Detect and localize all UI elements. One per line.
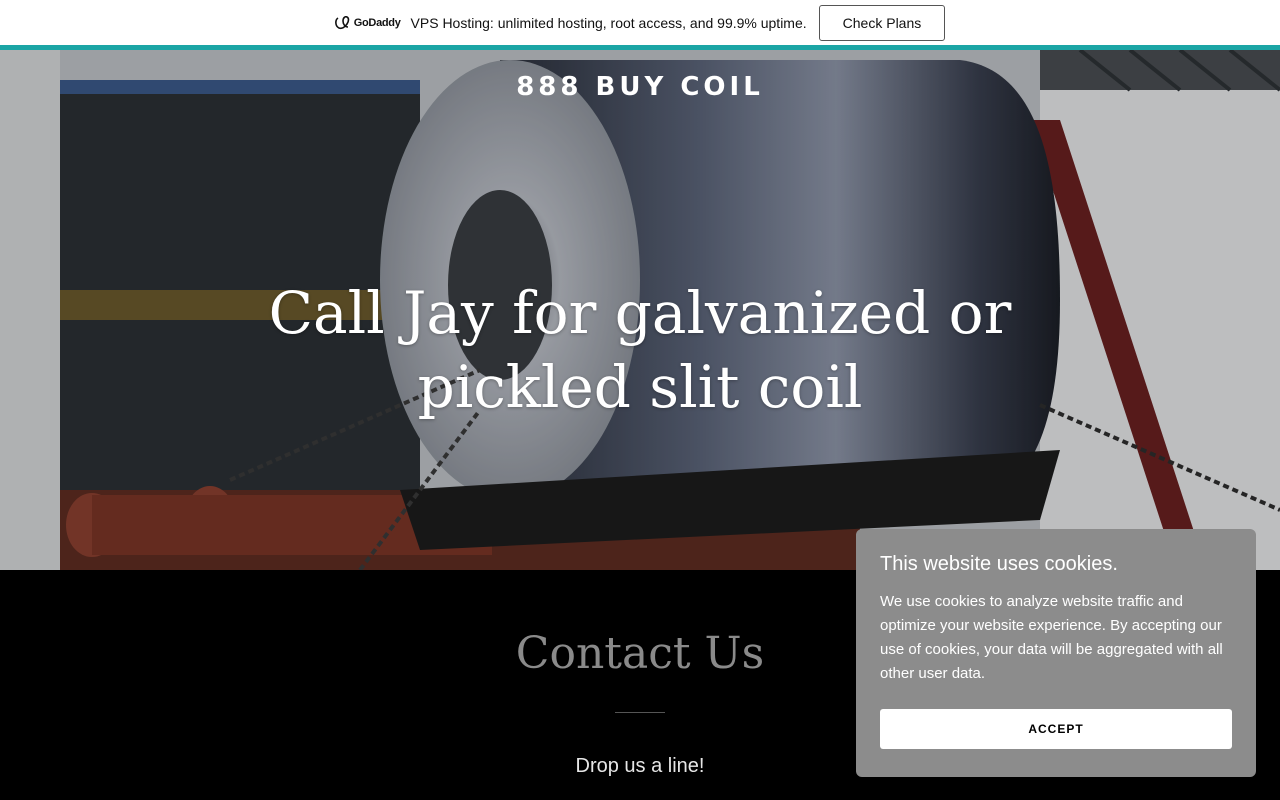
site-brand[interactable]: 888 BUY COIL	[0, 72, 1280, 102]
godaddy-logo-text: GoDaddy	[353, 17, 401, 29]
hero-title-line-2: pickled slit coil	[417, 353, 863, 421]
accept-cookies-button[interactable]: ACCEPT	[880, 709, 1232, 749]
godaddy-logo[interactable]: GoDaddy	[334, 16, 401, 30]
promo-bar: GoDaddy VPS Hosting: unlimited hosting, …	[0, 0, 1280, 46]
godaddy-icon	[334, 16, 350, 30]
check-plans-button[interactable]: Check Plans	[818, 5, 946, 41]
promo-text: VPS Hosting: unlimited hosting, root acc…	[410, 15, 807, 31]
contact-divider	[615, 712, 665, 713]
hero-section: 888 BUY COIL Call Jay for galvanized or …	[0, 50, 1280, 570]
hero-title: Call Jay for galvanized or pickled slit …	[240, 276, 1040, 424]
cookie-title: This website uses cookies.	[880, 553, 1118, 575]
cookie-banner: This website uses cookies. We use cookie…	[856, 529, 1256, 777]
hero-title-line-1: Call Jay for galvanized or	[268, 279, 1012, 347]
cookie-body: We use cookies to analyze website traffi…	[880, 593, 1223, 682]
